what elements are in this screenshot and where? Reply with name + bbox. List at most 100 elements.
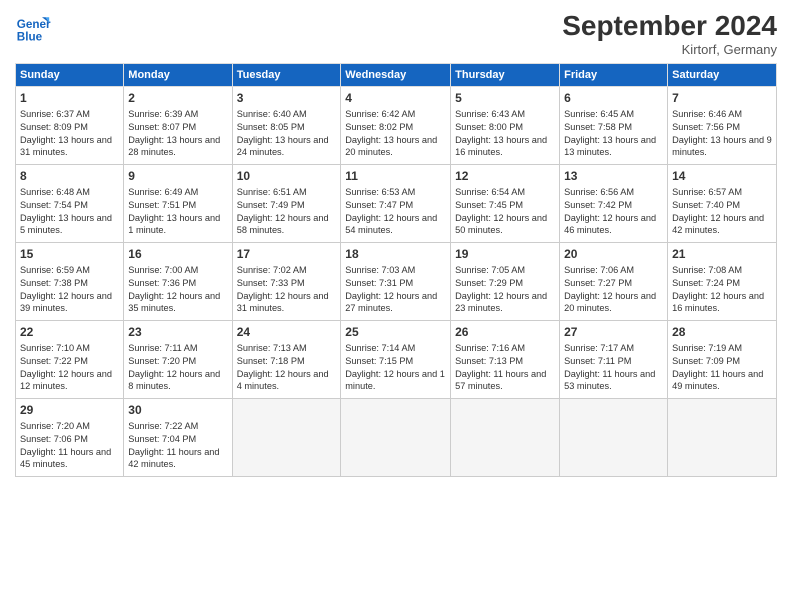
day-number: 24 [237, 324, 337, 341]
header-tuesday: Tuesday [232, 64, 341, 87]
table-row: 23Sunrise: 7:11 AMSunset: 7:20 PMDayligh… [124, 321, 232, 399]
sunrise: Sunrise: 6:39 AM [128, 109, 198, 119]
sunset: Sunset: 7:11 PM [564, 356, 631, 366]
sunrise: Sunrise: 6:45 AM [564, 109, 634, 119]
table-row: 15 Sunrise: 6:59 AM Sunset: 7:38 PM Dayligh… [16, 243, 124, 321]
table-row: 22Sunrise: 7:10 AMSunset: 7:22 PMDayligh… [16, 321, 124, 399]
daylight: Daylight: 12 hours and 31 minutes. [237, 291, 329, 314]
calendar-week-row: 22Sunrise: 7:10 AMSunset: 7:22 PMDayligh… [16, 321, 777, 399]
empty-cell [560, 399, 668, 477]
day-number: 18 [345, 246, 446, 263]
month-title: September 2024 [562, 10, 777, 42]
day-number: 22 [20, 324, 119, 341]
daylight: Daylight: 12 hours and 46 minutes. [564, 213, 656, 236]
sunrise: Sunrise: 6:56 AM [564, 187, 634, 197]
sunrise: Sunrise: 7:13 AM [237, 343, 307, 353]
sunrise: Sunrise: 6:59 AM [20, 265, 90, 275]
day-number: 2 [128, 90, 227, 107]
table-row: 19Sunrise: 7:05 AMSunset: 7:29 PMDayligh… [451, 243, 560, 321]
sunrise: Sunrise: 6:43 AM [455, 109, 525, 119]
sunrise: Sunrise: 6:54 AM [455, 187, 525, 197]
sunset: Sunset: 7:58 PM [564, 122, 632, 132]
sunrise: Sunrise: 7:17 AM [564, 343, 634, 353]
weekday-header-row: Sunday Monday Tuesday Wednesday Thursday… [16, 64, 777, 87]
daylight: Daylight: 13 hours and 13 minutes. [564, 135, 656, 158]
sunrise: Sunrise: 7:20 AM [20, 421, 90, 431]
table-row: 2Sunrise: 6:39 AMSunset: 8:07 PMDaylight… [124, 87, 232, 165]
day-number: 27 [564, 324, 663, 341]
sunset: Sunset: 7:09 PM [672, 356, 740, 366]
table-row: 16Sunrise: 7:00 AMSunset: 7:36 PMDayligh… [124, 243, 232, 321]
calendar-week-row: 8Sunrise: 6:48 AMSunset: 7:54 PMDaylight… [16, 165, 777, 243]
calendar-week-row: 29Sunrise: 7:20 AMSunset: 7:06 PMDayligh… [16, 399, 777, 477]
table-row: 6Sunrise: 6:45 AMSunset: 7:58 PMDaylight… [560, 87, 668, 165]
empty-cell [341, 399, 451, 477]
daylight: Daylight: 12 hours and 1 minute. [345, 369, 445, 392]
title-block: September 2024 Kirtorf, Germany [562, 10, 777, 57]
sunset: Sunset: 7:38 PM [20, 278, 88, 288]
logo: General Blue [15, 10, 51, 46]
table-row: 7Sunrise: 6:46 AMSunset: 7:56 PMDaylight… [668, 87, 777, 165]
day-number: 1 [20, 90, 119, 107]
page-container: General Blue September 2024 Kirtorf, Ger… [0, 0, 792, 487]
daylight: Daylight: 12 hours and 20 minutes. [564, 291, 656, 314]
sunrise: Sunrise: 6:42 AM [345, 109, 415, 119]
day-number: 28 [672, 324, 772, 341]
day-number: 29 [20, 402, 119, 419]
table-row: 28Sunrise: 7:19 AMSunset: 7:09 PMDayligh… [668, 321, 777, 399]
day-number: 10 [237, 168, 337, 185]
sunrise: Sunrise: 7:16 AM [455, 343, 525, 353]
sunset: Sunset: 8:00 PM [455, 122, 523, 132]
sunrise: Sunrise: 7:00 AM [128, 265, 198, 275]
sunset: Sunset: 8:02 PM [345, 122, 413, 132]
calendar-table: Sunday Monday Tuesday Wednesday Thursday… [15, 63, 777, 477]
table-row: 4Sunrise: 6:42 AMSunset: 8:02 PMDaylight… [341, 87, 451, 165]
table-row: 27 Sunrise: 7:17 AM Sunset: 7:11 PM Dayligh… [560, 321, 668, 399]
svg-text:Blue: Blue [17, 31, 43, 44]
table-row: 20Sunrise: 7:06 AMSunset: 7:27 PMDayligh… [560, 243, 668, 321]
day-number: 9 [128, 168, 227, 185]
table-row: 11Sunrise: 6:53 AMSunset: 7:47 PMDayligh… [341, 165, 451, 243]
empty-cell [451, 399, 560, 477]
day-number: 4 [345, 90, 446, 107]
sunset: Sunset: 7:18 PM [237, 356, 305, 366]
table-row: 10Sunrise: 6:51 AMSunset: 7:49 PMDayligh… [232, 165, 341, 243]
table-row: 5Sunrise: 6:43 AMSunset: 8:00 PMDaylight… [451, 87, 560, 165]
sunrise: Sunrise: 6:51 AM [237, 187, 307, 197]
header-sunday: Sunday [16, 64, 124, 87]
empty-cell [232, 399, 341, 477]
daylight: Daylight: 12 hours and 54 minutes. [345, 213, 437, 236]
daylight: Daylight: 13 hours and 16 minutes. [455, 135, 547, 158]
daylight: Daylight: 12 hours and 42 minutes. [672, 213, 764, 236]
header-monday: Monday [124, 64, 232, 87]
sunrise: Sunrise: 7:22 AM [128, 421, 198, 431]
sunset: Sunset: 8:05 PM [237, 122, 305, 132]
sunrise: Sunrise: 6:49 AM [128, 187, 198, 197]
header: General Blue September 2024 Kirtorf, Ger… [15, 10, 777, 57]
location-subtitle: Kirtorf, Germany [562, 42, 777, 57]
daylight: Daylight: 11 hours and 45 minutes. [20, 447, 111, 470]
header-friday: Friday [560, 64, 668, 87]
sunrise: Sunrise: 7:10 AM [20, 343, 90, 353]
sunset: Sunset: 8:09 PM [20, 122, 88, 132]
sunset: Sunset: 7:04 PM [128, 434, 196, 444]
sunset: Sunset: 7:15 PM [345, 356, 413, 366]
sunrise: Sunrise: 7:14 AM [345, 343, 415, 353]
sunrise: Sunrise: 7:11 AM [128, 343, 197, 353]
sunset: Sunset: 8:07 PM [128, 122, 196, 132]
day-number: 15 [20, 246, 119, 263]
day-number: 30 [128, 402, 227, 419]
daylight: Daylight: 11 hours and 53 minutes. [564, 369, 655, 392]
table-row: 18Sunrise: 7:03 AMSunset: 7:31 PMDayligh… [341, 243, 451, 321]
table-row: 14Sunrise: 6:57 AMSunset: 7:40 PMDayligh… [668, 165, 777, 243]
table-row: 26Sunrise: 7:16 AMSunset: 7:13 PMDayligh… [451, 321, 560, 399]
sunset: Sunset: 7:51 PM [128, 200, 196, 210]
table-row: 25 Sunrise: 7:14 AM Sunset: 7:15 PM Dayligh… [341, 321, 451, 399]
sunset: Sunset: 7:13 PM [455, 356, 523, 366]
sunset: Sunset: 7:20 PM [128, 356, 196, 366]
table-row: 12Sunrise: 6:54 AMSunset: 7:45 PMDayligh… [451, 165, 560, 243]
sunset: Sunset: 7:47 PM [345, 200, 413, 210]
day-number: 25 [345, 324, 446, 341]
sunset: Sunset: 7:54 PM [20, 200, 88, 210]
daylight: Daylight: 12 hours and 39 minutes. [20, 291, 112, 314]
